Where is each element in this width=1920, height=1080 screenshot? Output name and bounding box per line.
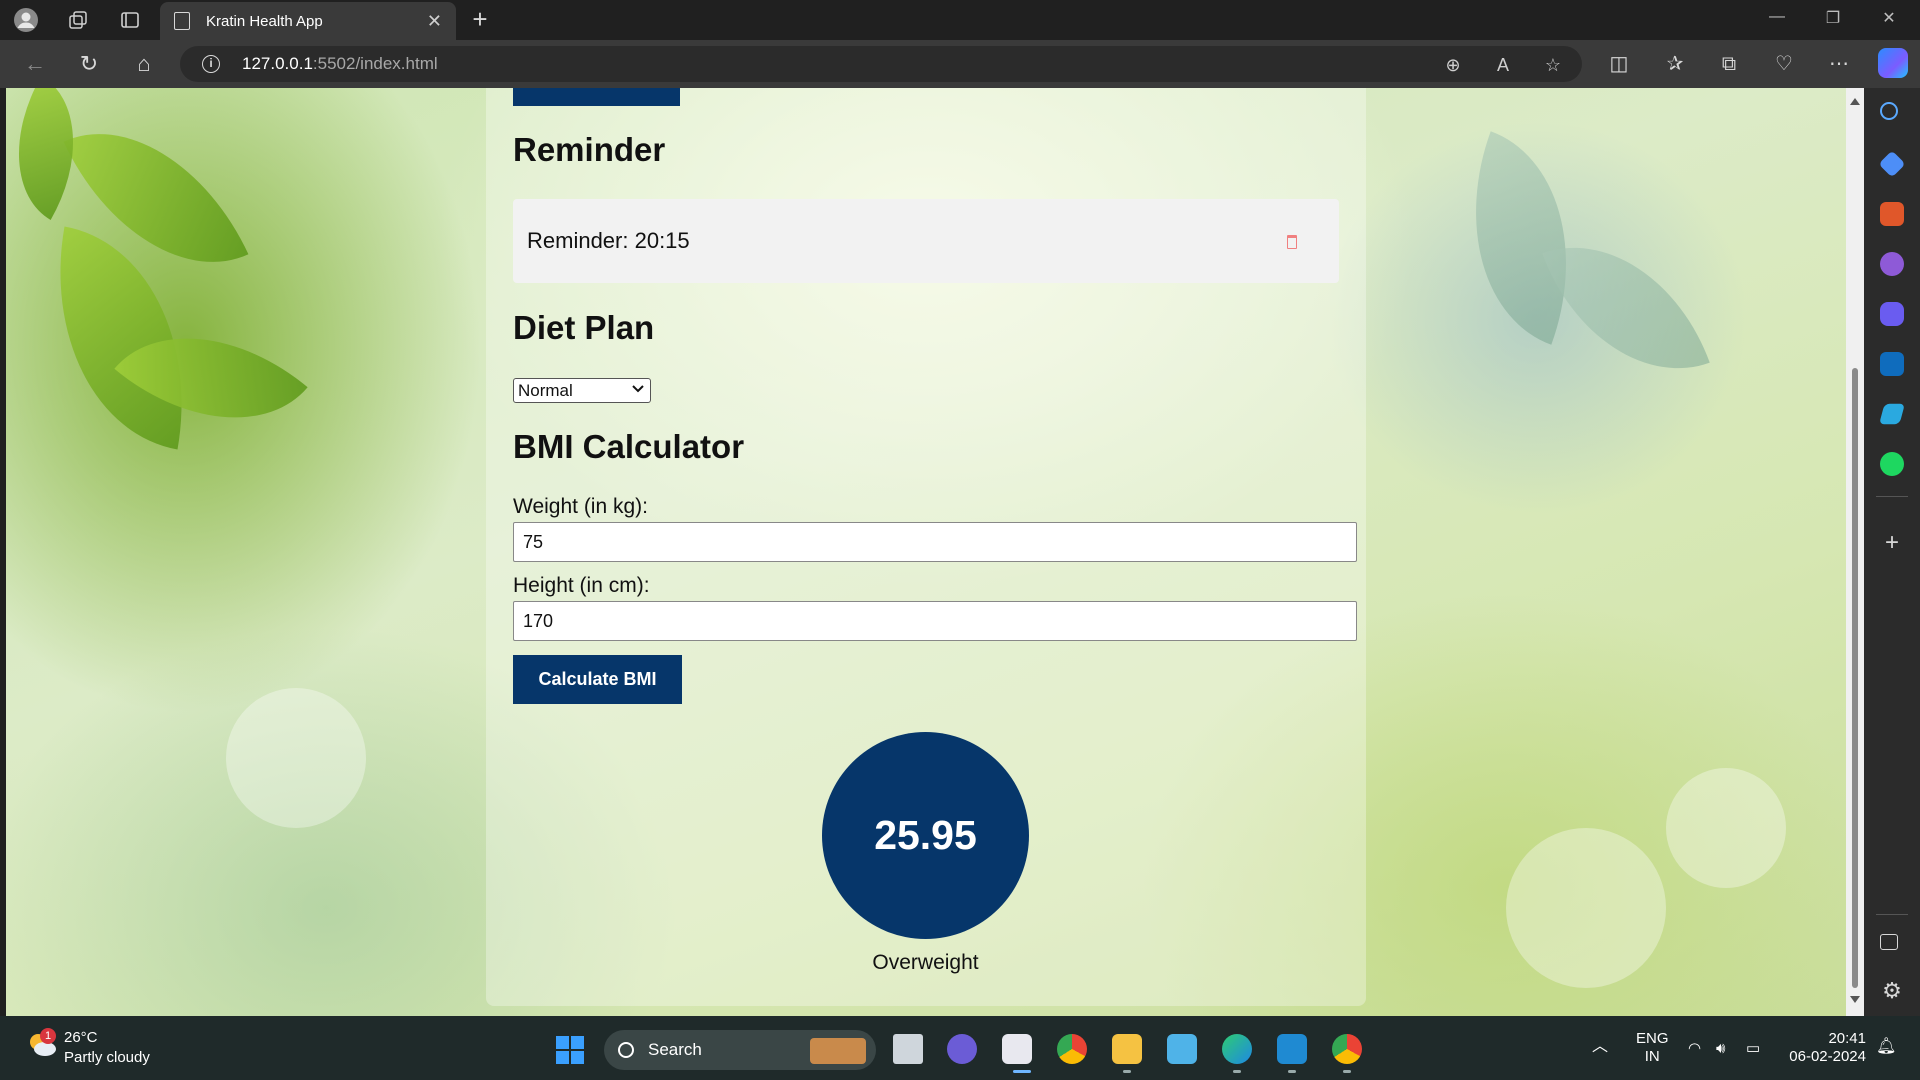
profile-icon[interactable] [12, 6, 40, 34]
notepad-icon[interactable] [1167, 1034, 1197, 1064]
clock[interactable]: 20:41 06-02-2024 [1786, 1030, 1866, 1066]
windows-start-icon[interactable] [556, 1036, 584, 1064]
edge-icon[interactable] [1222, 1034, 1252, 1064]
close-window-button[interactable]: ✕ [1866, 8, 1912, 32]
scroll-down-arrow-icon[interactable] [1850, 996, 1860, 1003]
running-app-indicator [1233, 1070, 1241, 1073]
scroll-up-arrow-icon[interactable] [1850, 98, 1860, 105]
settings-more-icon[interactable]: ⋯ [1824, 50, 1854, 78]
sidebar-games-icon[interactable] [1880, 252, 1904, 276]
bmi-status-text: Overweight [872, 951, 979, 974]
weather-alert-badge: 1 [40, 1028, 56, 1044]
region-code: IN [1644, 1048, 1660, 1065]
copilot-icon[interactable] [1878, 48, 1908, 78]
address-toolbar: ← ↻ ⌂ i 127.0.0.1:5502/index.html ⊕ A ☆ … [0, 40, 1920, 88]
teams-chat-icon[interactable] [947, 1034, 977, 1064]
sidebar-spotify-icon[interactable] [1880, 452, 1904, 476]
notification-bell-icon[interactable]: 🔔︎ [1876, 1038, 1896, 1056]
chrome-icon[interactable] [1057, 1034, 1087, 1064]
favorite-star-icon[interactable]: ☆ [1542, 54, 1564, 76]
vscode-icon[interactable] [1277, 1034, 1307, 1064]
snipping-tool-icon[interactable] [1002, 1034, 1032, 1064]
sidebar-divider [1876, 914, 1908, 915]
zoom-icon[interactable]: ⊕ [1442, 54, 1464, 76]
diet-plan-heading: Diet Plan [513, 309, 655, 346]
previous-section-button[interactable] [513, 88, 680, 106]
scroll-thumb[interactable] [1852, 368, 1858, 988]
home-button[interactable]: ⌂ [129, 50, 159, 78]
language-code: ENG [1636, 1030, 1669, 1047]
reminder-item: Reminder: 20:15 [513, 199, 1339, 283]
bmi-calculator-heading: BMI Calculator [513, 428, 745, 465]
language-indicator[interactable]: ENG IN [1636, 1030, 1669, 1066]
tab-kratin-health-app[interactable]: Kratin Health App ✕ [160, 2, 456, 40]
active-app-indicator [1013, 1070, 1031, 1073]
calculate-bmi-button[interactable]: Calculate BMI [513, 655, 682, 704]
close-tab-icon[interactable]: ✕ [427, 11, 442, 32]
new-tab-button[interactable]: + [466, 6, 494, 34]
search-highlight-icon [810, 1038, 866, 1064]
sidebar-settings-icon[interactable]: ⚙ [1880, 980, 1904, 1004]
bmi-result-circle: 25.95 [822, 732, 1029, 939]
volume-icon[interactable]: 🔊︎ [1716, 1040, 1725, 1058]
sidebar-shopping-icon[interactable] [1878, 150, 1906, 178]
workspaces-icon[interactable] [64, 6, 92, 34]
tab-title: Kratin Health App [206, 12, 323, 30]
clock-time: 20:41 [1828, 1030, 1866, 1047]
sidebar-divider [1876, 496, 1908, 497]
sidebar-add-icon[interactable]: + [1880, 531, 1904, 556]
weather-description: Partly cloudy [64, 1049, 150, 1066]
task-view-icon[interactable] [893, 1034, 923, 1064]
reminder-heading: Reminder [513, 131, 666, 168]
sidebar-outlook-icon[interactable] [1880, 352, 1904, 376]
weight-input[interactable]: 75 [513, 522, 1357, 562]
delete-reminder-icon[interactable] [1287, 235, 1297, 249]
sidebar-toggle-icon[interactable] [1880, 934, 1898, 950]
site-info-icon[interactable]: i [202, 55, 220, 73]
address-bar[interactable]: i 127.0.0.1:5502/index.html ⊕ A ☆ [180, 46, 1582, 82]
collections-icon[interactable]: ⧉ [1714, 50, 1744, 78]
clock-date: 06-02-2024 [1789, 1048, 1866, 1065]
url-text: 127.0.0.1:5502/index.html [242, 54, 438, 73]
sidebar-copilot-icon[interactable] [1880, 302, 1904, 326]
running-app-indicator [1343, 1070, 1351, 1073]
sidebar-telegram-icon[interactable] [1879, 403, 1905, 425]
restore-button[interactable]: ❐ [1810, 8, 1856, 32]
edge-sidebar: + ⚙ [1864, 88, 1920, 1016]
weight-label: Weight (in kg): [513, 495, 648, 518]
page-icon [174, 12, 190, 30]
browser-titlebar: Kratin Health App ✕ + — ❐ ✕ [0, 0, 1920, 40]
weather-temperature: 26°C [64, 1029, 98, 1046]
back-button[interactable]: ← [20, 50, 50, 78]
browser-essentials-icon[interactable]: ♡ [1769, 50, 1799, 78]
read-aloud-icon[interactable]: A [1492, 54, 1514, 76]
app-content: Reminder Reminder: 20:15 Diet Plan Norma… [6, 88, 1846, 1016]
favorites-icon[interactable]: ✰ [1660, 50, 1690, 78]
refresh-button[interactable]: ↻ [74, 50, 104, 78]
sidebar-tools-icon[interactable] [1880, 202, 1904, 226]
show-hidden-icons-icon[interactable]: ︿ [1592, 1038, 1608, 1056]
running-app-indicator [1288, 1070, 1296, 1073]
height-input[interactable]: 170 [513, 601, 1357, 641]
battery-icon[interactable]: ▭ [1746, 1040, 1760, 1058]
reminder-text: Reminder: 20:15 [527, 228, 690, 253]
weather-widget[interactable]: 26°C Partly cloudy [64, 1028, 150, 1068]
taskbar-search-label: Search [648, 1040, 702, 1059]
height-label: Height (in cm): [513, 574, 650, 597]
wifi-icon[interactable]: ◠ [1688, 1040, 1701, 1058]
diet-plan-selected-value: Normal [518, 380, 573, 400]
windows-taskbar: 1 26°C Partly cloudy Search ︿ ENG IN ◠ 🔊… [0, 1016, 1920, 1080]
search-icon [618, 1042, 634, 1058]
file-explorer-icon[interactable] [1112, 1034, 1142, 1064]
chevron-down-icon [632, 381, 644, 396]
chrome-profile-icon[interactable] [1332, 1034, 1362, 1064]
page-scrollbar[interactable] [1846, 88, 1864, 1016]
running-app-indicator [1123, 1070, 1131, 1073]
split-screen-icon[interactable]: ◫ [1604, 50, 1634, 78]
diet-plan-select[interactable]: Normal [513, 378, 651, 403]
tab-actions-icon[interactable] [116, 6, 144, 34]
sidebar-search-icon[interactable] [1880, 102, 1898, 120]
minimize-button[interactable]: — [1754, 8, 1800, 32]
taskbar-search-box[interactable]: Search [604, 1030, 876, 1070]
